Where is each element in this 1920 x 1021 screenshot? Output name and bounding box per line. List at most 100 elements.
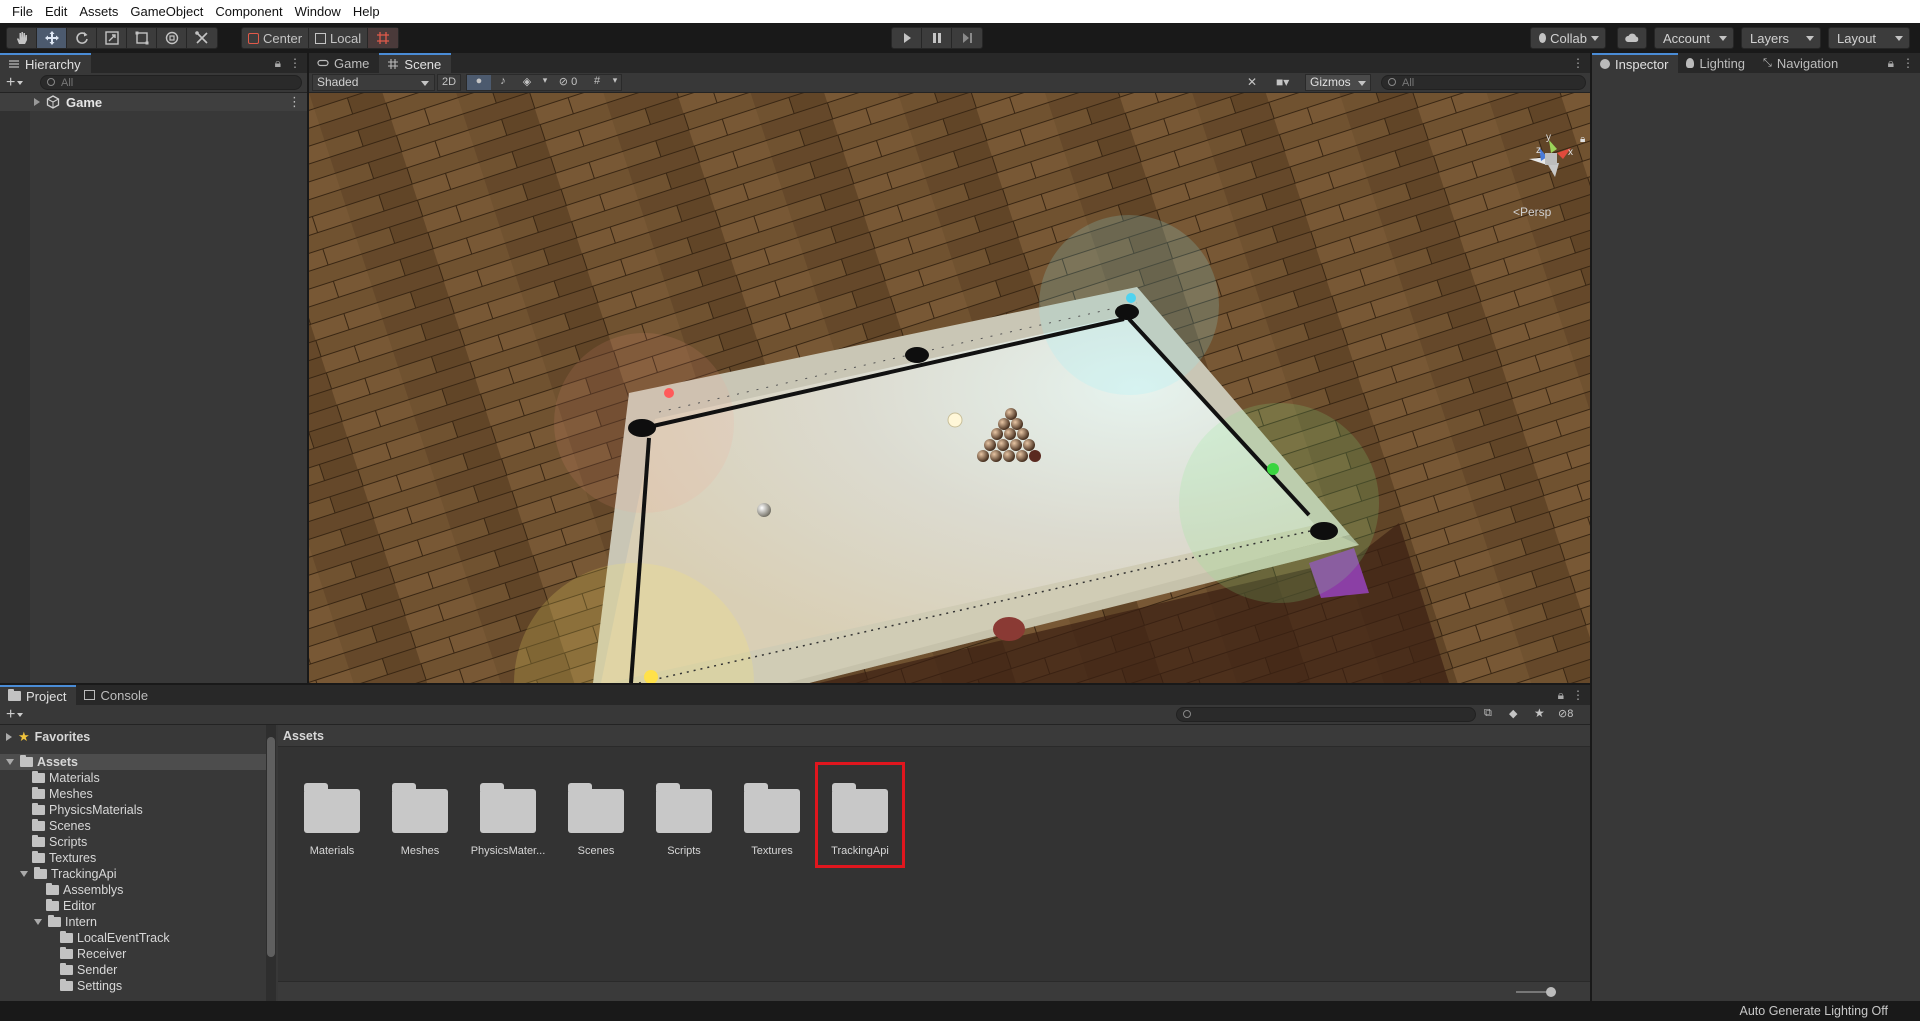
tab-navigation[interactable]: ⤡ Navigation [1755,53,1848,73]
tab-console[interactable]: Console [76,685,158,705]
tree-scrollbar[interactable] [266,725,276,1001]
tree-item-settings[interactable]: Settings [0,978,266,994]
hidden-packages-icon[interactable]: ⊘8 [1558,707,1573,720]
rotate-tool-button[interactable] [67,28,97,48]
sun-light-icon[interactable] [947,412,963,428]
lock-icon[interactable]: 🔒︎ [275,56,281,71]
tree-item-physicsmaterials[interactable]: PhysicsMaterials [0,802,266,818]
chevron-down-icon[interactable] [17,712,24,717]
asset-folder-physicsmater[interactable]: PhysicsMater... [466,771,550,861]
asset-folder-meshes[interactable]: Meshes [378,771,462,861]
asset-folder-scenes[interactable]: Scenes [554,771,638,861]
tab-hierarchy[interactable]: Hierarchy [0,53,91,73]
create-button[interactable]: + [6,74,15,92]
persp-label[interactable]: <Persp [1513,205,1551,219]
more-menu-icon[interactable]: ⋮ [1572,56,1584,70]
custom-tool-button[interactable] [187,28,217,48]
grid-snap-button[interactable] [368,28,399,48]
transform-tool-button[interactable] [157,28,187,48]
hand-tool-button[interactable] [7,28,37,48]
scene-viewport[interactable]: y x z 🔒︎ <Persp [309,93,1590,683]
more-menu-icon[interactable]: ⋮ [289,56,301,71]
tree-item-intern[interactable]: Intern [0,914,266,930]
expand-down-arrow-icon[interactable] [6,759,14,765]
toggle-2d-button[interactable]: 2D [437,74,461,91]
tree-item-assemblys[interactable]: Assemblys [0,882,266,898]
effects-toggle-icon[interactable]: ◈ [515,75,539,90]
layers-dropdown[interactable]: Layers [1741,27,1821,49]
tree-item-scripts[interactable]: Scripts [0,834,266,850]
scene-search-input[interactable]: All [1381,75,1586,90]
expand-right-arrow-icon[interactable] [6,733,12,741]
lock-icon[interactable]: 🔒︎ [1888,56,1894,71]
hierarchy-item-game[interactable]: Game ⋮ [0,93,307,111]
asset-folder-trackingapi[interactable]: TrackingApi [815,762,905,868]
shading-mode-dropdown[interactable]: Shaded [312,74,435,91]
project-search-input[interactable] [1176,707,1476,722]
asset-folder-textures[interactable]: Textures [730,771,814,861]
lighting-toggle-icon[interactable]: ● [467,75,491,90]
menu-window[interactable]: Window [289,0,347,23]
layout-dropdown[interactable]: Layout [1828,27,1910,49]
audio-toggle-icon[interactable]: ♪ [491,75,515,90]
tree-item-materials[interactable]: Materials [0,770,266,786]
asset-folder-materials[interactable]: Materials [290,771,374,861]
light-gizmo-cyan[interactable] [1126,293,1136,303]
lock-icon[interactable]: 🔒︎ [1558,688,1564,703]
breadcrumb-assets[interactable]: Assets [283,729,324,743]
pivot-space-button[interactable]: Local [309,28,369,48]
tools-icon[interactable]: ✕ [1247,75,1257,89]
menu-help[interactable]: Help [347,0,386,23]
tree-item-localeventtrack[interactable]: LocalEventTrack [0,930,266,946]
tree-item-favorites[interactable]: ★ Favorites [0,729,266,745]
hidden-objects-icon[interactable]: ⊘ 0 [551,75,585,90]
tree-item-receiver[interactable]: Receiver [0,946,266,962]
tree-item-editor[interactable]: Editor [0,898,266,914]
gizmo-lock-icon[interactable]: 🔒︎ [1580,134,1585,145]
search-by-type-icon[interactable]: ⧉ [1484,707,1492,720]
expand-down-arrow-icon[interactable] [34,919,42,925]
favorite-star-icon[interactable]: ★ [1534,706,1545,720]
collab-dropdown[interactable]: Collab [1530,27,1606,49]
chevron-down-icon[interactable] [17,80,24,85]
asset-folder-scripts[interactable]: Scripts [642,771,726,861]
hierarchy-search-input[interactable]: All [40,75,302,90]
chevron-down-icon[interactable]: ▾ [539,75,551,90]
menu-file[interactable]: File [6,0,39,23]
more-menu-icon[interactable]: ⋮ [288,94,301,110]
more-menu-icon[interactable]: ⋮ [1902,56,1914,71]
cloud-button[interactable] [1617,27,1647,49]
expand-down-arrow-icon[interactable] [20,871,28,877]
tab-scene[interactable]: Scene [379,53,452,73]
tree-item-assets[interactable]: Assets [0,754,266,770]
light-gizmo-green[interactable] [1267,463,1279,475]
expand-arrow-icon[interactable] [34,98,40,106]
menu-assets[interactable]: Assets [73,0,124,23]
account-dropdown[interactable]: Account [1654,27,1734,49]
menu-component[interactable]: Component [209,0,288,23]
gizmos-dropdown[interactable]: Gizmos [1305,74,1371,91]
tree-item-scenes[interactable]: Scenes [0,818,266,834]
tree-item-textures[interactable]: Textures [0,850,266,866]
pivot-mode-button[interactable]: Center [242,28,310,48]
play-button[interactable] [892,28,922,48]
menu-gameobject[interactable]: GameObject [124,0,209,23]
slider-thumb[interactable] [1546,987,1556,997]
tree-item-trackingapi[interactable]: TrackingApi [0,866,266,882]
tab-project[interactable]: Project [0,685,77,705]
tab-inspector[interactable]: Inspector [1592,53,1679,73]
tree-item-sender[interactable]: Sender [0,962,266,978]
tab-game[interactable]: Game [309,53,379,73]
pause-button[interactable] [922,28,952,48]
status-lighting-text[interactable]: Auto Generate Lighting Off [1740,1004,1888,1018]
step-button[interactable] [952,28,982,48]
rect-tool-button[interactable] [127,28,157,48]
icon-size-slider[interactable] [1516,987,1556,997]
camera-icon[interactable]: ■▾ [1276,75,1289,89]
light-gizmo-red[interactable] [664,388,674,398]
more-menu-icon[interactable]: ⋮ [1572,688,1584,703]
search-by-label-icon[interactable]: ◆ [1509,707,1517,720]
cue-ball[interactable] [757,503,771,517]
menu-edit[interactable]: Edit [39,0,73,23]
scroll-thumb[interactable] [267,737,275,957]
